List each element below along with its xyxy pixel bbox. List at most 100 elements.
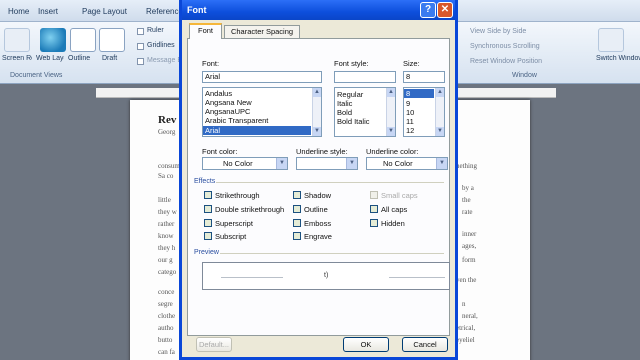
- tab-insert[interactable]: Insert: [38, 7, 58, 16]
- scroll-up-arrow-icon[interactable]: ▲: [387, 88, 395, 97]
- style-list-item[interactable]: Regular: [337, 90, 363, 99]
- web-layout-label: Web Layout: [36, 55, 64, 62]
- page-text-line: butto: [158, 336, 173, 344]
- window-group-label: Window: [512, 72, 537, 79]
- page-text-line: Sa co: [158, 172, 174, 180]
- page-text-right: form: [462, 256, 476, 264]
- font-dialog: Font ? ✕ Font Character Spacing Font: Ar…: [179, 0, 458, 360]
- ok-button[interactable]: OK: [343, 337, 389, 352]
- web-layout-icon[interactable]: [40, 28, 66, 52]
- effects-divider: [216, 182, 444, 183]
- scroll-down-arrow-icon[interactable]: ▼: [436, 127, 444, 136]
- ruler-checkbox[interactable]: [137, 28, 144, 35]
- page-text-right: by a: [462, 184, 474, 192]
- scroll-up-arrow-icon[interactable]: ▲: [436, 88, 444, 97]
- engrave-checkbox[interactable]: [293, 232, 301, 240]
- strikethrough-checkbox[interactable]: [204, 191, 212, 199]
- dropdown-arrow-icon[interactable]: ▼: [436, 158, 447, 169]
- draft-icon[interactable]: [99, 28, 125, 52]
- hidden-checkbox[interactable]: [370, 219, 378, 227]
- font-color-combo[interactable]: No Color ▼: [202, 157, 288, 170]
- dialog-titlebar[interactable]: Font ? ✕: [182, 0, 455, 20]
- scroll-down-arrow-icon[interactable]: ▼: [313, 127, 321, 136]
- scroll-down-arrow-icon[interactable]: ▼: [387, 127, 395, 136]
- style-list-item[interactable]: Italic: [337, 99, 352, 108]
- font-list-item[interactable]: AngsanaUPC: [205, 107, 250, 116]
- size-list-item[interactable]: 11: [406, 117, 414, 126]
- page-text-line: our g: [158, 256, 173, 264]
- page-text-line: little: [158, 196, 171, 204]
- outline-checkbox[interactable]: [293, 205, 301, 213]
- size-list-item[interactable]: 9: [406, 99, 410, 108]
- font-size-input[interactable]: 8: [403, 71, 445, 83]
- dropdown-arrow-icon[interactable]: ▼: [346, 158, 357, 169]
- page-text-line: catego: [158, 268, 177, 276]
- style-list-scrollbar[interactable]: ▲ ▼: [386, 88, 395, 136]
- outline-icon[interactable]: [70, 28, 96, 52]
- size-list-item[interactable]: 12: [406, 126, 414, 135]
- small-caps-checkbox[interactable]: [370, 191, 378, 199]
- double-strikethrough-checkbox[interactable]: [204, 205, 212, 213]
- tab-character-spacing[interactable]: Character Spacing: [224, 25, 300, 39]
- draft-label: Draft: [102, 55, 118, 62]
- shadow-label: Shadow: [304, 191, 332, 200]
- page-text-right: inner: [462, 230, 477, 238]
- dialog-title: Font: [187, 5, 207, 15]
- emboss-checkbox[interactable]: [293, 219, 301, 227]
- font-style-list[interactable]: Regular Italic Bold Bold Italic ▲ ▼: [334, 87, 396, 137]
- gridlines-checkbox[interactable]: [137, 43, 144, 50]
- message-bar-checkbox[interactable]: [137, 58, 144, 65]
- font-name-input[interactable]: Arial: [202, 71, 322, 83]
- switch-windows-label: Switch Windows: [596, 55, 640, 62]
- tab-page-layout[interactable]: Page Layout: [82, 7, 127, 16]
- style-list-item[interactable]: Bold: [337, 108, 352, 117]
- engrave-label: Engrave: [304, 232, 332, 241]
- dropdown-arrow-icon[interactable]: ▼: [276, 158, 287, 169]
- font-size-list[interactable]: 8 9 10 11 12 ▲ ▼: [403, 87, 445, 137]
- font-name-list[interactable]: Andalus Angsana New AngsanaUPC Arabic Tr…: [202, 87, 322, 137]
- style-list-item[interactable]: Bold Italic: [337, 117, 370, 126]
- font-list-scrollbar[interactable]: ▲ ▼: [312, 88, 321, 136]
- shadow-checkbox[interactable]: [293, 191, 301, 199]
- all-caps-label: All caps: [381, 205, 408, 214]
- font-list-item[interactable]: Andalus: [205, 89, 232, 98]
- font-list-item[interactable]: Angsana New: [205, 98, 252, 107]
- reset-window-position-label[interactable]: Reset Window Position: [470, 58, 542, 65]
- underline-style-combo[interactable]: ▼: [296, 157, 358, 170]
- font-list-item-selected[interactable]: Arial: [203, 126, 311, 135]
- cancel-button[interactable]: Cancel: [402, 337, 448, 352]
- font-style-input[interactable]: [334, 71, 396, 83]
- tab-home[interactable]: Home: [8, 7, 29, 16]
- tab-font[interactable]: Font: [189, 23, 222, 39]
- emboss-label: Emboss: [304, 219, 332, 228]
- synchronous-scrolling-label[interactable]: Synchronous Scrolling: [470, 43, 540, 50]
- gridlines-label: Gridlines: [147, 42, 175, 49]
- all-caps-checkbox[interactable]: [370, 205, 378, 213]
- size-list-scrollbar[interactable]: ▲ ▼: [435, 88, 444, 136]
- page-text-line: rather: [158, 220, 175, 228]
- outline-label: Outline: [68, 55, 91, 62]
- size-list-item-selected[interactable]: 8: [404, 89, 434, 98]
- screen-reading-icon[interactable]: [4, 28, 30, 52]
- font-label: Font:: [202, 59, 220, 68]
- font-list-item[interactable]: Arabic Transparent: [205, 116, 268, 125]
- close-button[interactable]: ✕: [437, 2, 453, 18]
- superscript-checkbox[interactable]: [204, 219, 212, 227]
- preview-baseline: [221, 277, 283, 278]
- preview-box: t): [202, 262, 450, 290]
- screen-reading-label: Screen Reading: [2, 55, 32, 62]
- view-side-by-side-label[interactable]: View Side by Side: [470, 28, 526, 35]
- underline-color-combo[interactable]: No Color ▼: [366, 157, 448, 170]
- scroll-up-arrow-icon[interactable]: ▲: [313, 88, 321, 97]
- font-color-label: Font color:: [202, 147, 238, 156]
- help-button[interactable]: ?: [420, 2, 436, 18]
- switch-windows-icon[interactable]: [598, 28, 624, 52]
- page-text-right: neral,: [462, 312, 478, 320]
- question-mark-icon: ?: [424, 4, 432, 15]
- subscript-checkbox[interactable]: [204, 232, 212, 240]
- size-list-item[interactable]: 10: [406, 108, 414, 117]
- page-text-right: the: [462, 196, 471, 204]
- underline-color-label: Underline color:: [366, 147, 419, 156]
- default-button[interactable]: Default...: [196, 337, 232, 352]
- small-caps-label: Small caps: [381, 191, 418, 200]
